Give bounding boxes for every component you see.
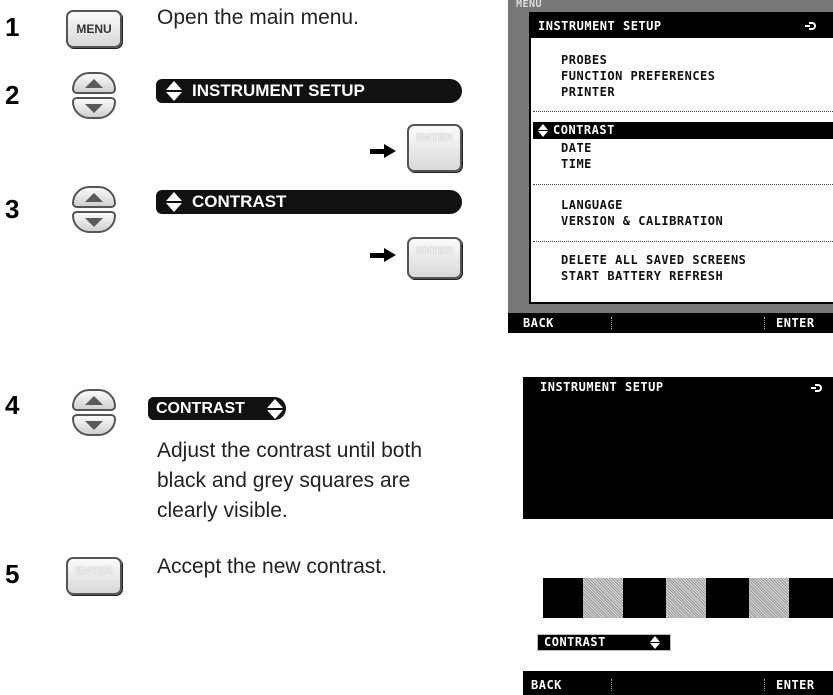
up-down-diamond-icon [166, 192, 182, 212]
step-number-2: 2 [5, 80, 20, 110]
instrument-setup-menu: INSTRUMENT SETUP PROBES FUNCTION PREFERE… [529, 12, 833, 304]
contrast-setting-label[interactable]: CONTRAST [537, 634, 671, 651]
enter-key[interactable]: ENTER [66, 557, 122, 595]
up-arrow-key[interactable] [72, 389, 116, 411]
menu-item-function-preferences[interactable]: FUNCTION PREFERENCES [561, 68, 716, 84]
down-arrow-key[interactable] [72, 211, 116, 233]
down-arrow-key[interactable] [72, 97, 116, 119]
up-down-diamond-icon [166, 81, 182, 101]
up-arrow-icon [85, 192, 103, 202]
softkey-separator [611, 317, 612, 329]
up-arrow-key[interactable] [72, 186, 116, 208]
enter-key[interactable]: ENTER [407, 124, 462, 172]
down-arrow-icon [85, 420, 103, 430]
up-arrow-key[interactable] [72, 72, 116, 94]
softkey-separator [764, 679, 765, 691]
up-down-diamond-icon [538, 124, 548, 137]
step-4-line-3: clearly visible. [157, 499, 288, 522]
up-down-diamond-icon [650, 636, 660, 649]
background-menu-title: MENU [516, 0, 543, 10]
menu-item-language[interactable]: LANGUAGE [561, 197, 623, 213]
back-softkey[interactable]: BACK [531, 675, 562, 695]
up-down-diamond-icon [266, 398, 283, 419]
contrast-adjust-bar: CONTRAST [148, 397, 286, 420]
step-number-4: 4 [5, 390, 20, 420]
menu-item-delete-saved-screens[interactable]: DELETE ALL SAVED SCREENS [561, 252, 746, 268]
step-4-line-2: black and grey squares are [157, 469, 411, 492]
bar-label: INSTRUMENT SETUP [192, 81, 365, 100]
step-4-text: Adjust the contrast until both black and… [157, 436, 422, 526]
menu-item-printer[interactable]: PRINTER [561, 84, 615, 100]
menu-title-bar: INSTRUMENT SETUP [531, 14, 833, 38]
back-softkey[interactable]: BACK [523, 313, 554, 333]
bar-label: CONTRAST [156, 399, 245, 417]
step-5-text: Accept the new contrast. [157, 555, 387, 578]
contrast-label-text: CONTRAST [544, 635, 606, 649]
menu-item-contrast-label: CONTRAST [553, 123, 615, 137]
menu-divider [533, 241, 833, 242]
up-arrow-icon [85, 395, 103, 405]
right-arrow-icon [370, 248, 396, 262]
step-number-3: 3 [5, 194, 20, 224]
power-plug-icon [811, 383, 825, 393]
up-arrow-icon [85, 78, 103, 88]
contrast-softkey-bar: BACK ENTER [523, 675, 833, 695]
menu-item-contrast-selected[interactable]: CONTRAST [533, 122, 833, 139]
menu-item-version-calibration[interactable]: VERSION & CALIBRATION [561, 213, 723, 229]
softkey-separator [611, 679, 612, 691]
menu-divider [533, 111, 833, 112]
menu-item-date[interactable]: DATE [561, 140, 592, 156]
step-4-line-1: Adjust the contrast until both [157, 439, 422, 462]
grey-square [749, 578, 789, 618]
menu-title: INSTRUMENT SETUP [538, 19, 662, 33]
up-down-arrow-keys[interactable] [72, 186, 118, 234]
enter-key[interactable]: ENTER [407, 237, 462, 279]
grey-square [583, 578, 623, 618]
down-arrow-icon [85, 103, 103, 113]
step-1-text: Open the main menu. [157, 6, 359, 29]
up-down-arrow-keys[interactable] [72, 72, 118, 120]
grey-square [666, 578, 706, 618]
step-number-1: 1 [5, 12, 20, 42]
menu-divider [533, 184, 833, 185]
right-arrow-icon [370, 144, 396, 158]
softkey-separator [764, 317, 765, 329]
contrast-bar: CONTRAST [156, 190, 462, 214]
menu-item-start-battery-refresh[interactable]: START BATTERY REFRESH [561, 268, 723, 284]
enter-softkey[interactable]: ENTER [776, 675, 815, 695]
power-plug-icon [805, 21, 819, 31]
menu-softkey-bar: BACK ENTER [508, 313, 833, 333]
bar-label: CONTRAST [192, 192, 287, 211]
enter-softkey[interactable]: ENTER [776, 313, 815, 333]
contrast-screen-title: INSTRUMENT SETUP [540, 380, 664, 394]
down-arrow-icon [85, 217, 103, 227]
menu-key[interactable]: MENU [66, 10, 122, 48]
step-number-5: 5 [5, 559, 20, 589]
menu-item-probes[interactable]: PROBES [561, 52, 607, 68]
up-down-arrow-keys[interactable] [72, 389, 118, 437]
down-arrow-key[interactable] [72, 414, 116, 436]
instrument-setup-bar: INSTRUMENT SETUP [156, 79, 462, 103]
menu-item-time[interactable]: TIME [561, 156, 592, 172]
